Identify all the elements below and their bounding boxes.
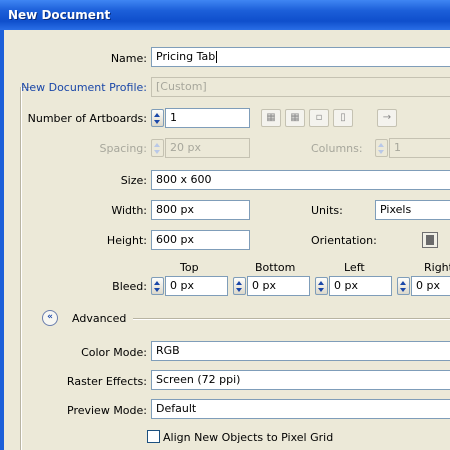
bleed-left-stepper[interactable] — [315, 277, 328, 295]
down-arrow-icon — [318, 288, 324, 292]
spacing-label: Spacing: — [99, 142, 147, 155]
size-value: 800 x 600 — [156, 173, 212, 186]
down-arrow-icon — [378, 150, 384, 154]
color-mode-select[interactable]: RGB — [151, 341, 450, 361]
arrange-by-row-icon[interactable]: ▫ — [309, 109, 329, 127]
window-frame — [0, 30, 4, 450]
bleed-left-input[interactable]: 0 px — [329, 276, 392, 296]
down-arrow-icon — [154, 120, 160, 124]
grid-by-column-icon[interactable]: ▦ — [285, 109, 305, 127]
artboards-stepper[interactable] — [151, 109, 164, 127]
width-label: Width: — [111, 204, 147, 217]
up-arrow-icon — [378, 143, 384, 147]
down-arrow-icon — [236, 288, 242, 292]
height-input[interactable]: 600 px — [151, 230, 250, 250]
bleed-label: Bleed: — [112, 280, 147, 293]
bleed-left-header: Left — [344, 261, 365, 274]
name-label: Name: — [110, 52, 147, 65]
columns-label: Columns: — [311, 142, 363, 155]
title-bar[interactable]: New Document — [0, 0, 450, 30]
preview-mode-label: Preview Mode: — [67, 404, 147, 417]
bleed-right-input[interactable]: 0 px — [411, 276, 450, 296]
spacing-input[interactable]: 20 px — [165, 138, 250, 158]
raster-effects-label: Raster Effects: — [66, 375, 147, 388]
layout-direction-icon[interactable]: → — [377, 109, 397, 127]
bleed-top-header: Top — [180, 261, 199, 274]
portrait-icon[interactable] — [422, 232, 438, 248]
height-value: 600 px — [156, 233, 194, 246]
preview-mode-select[interactable]: Default — [151, 399, 450, 419]
name-input[interactable]: Pricing Tab — [151, 47, 450, 67]
down-arrow-icon — [154, 150, 160, 154]
raster-effects-select[interactable]: Screen (72 ppi) — [151, 370, 450, 390]
text-cursor — [216, 51, 218, 63]
align-pixel-grid-label[interactable]: Align New Objects to Pixel Grid — [163, 431, 333, 444]
units-select[interactable]: Pixels — [375, 200, 450, 220]
columns-value: 1 — [394, 141, 401, 154]
advanced-label: Advanced — [72, 312, 127, 325]
artboards-label: Number of Artboards: — [27, 112, 147, 125]
units-label: Units: — [311, 204, 343, 217]
up-arrow-icon — [154, 281, 160, 285]
profile-label: New Document Profile: — [21, 81, 147, 94]
up-arrow-icon — [318, 281, 324, 285]
down-arrow-icon — [154, 288, 160, 292]
bleed-bottom-header: Bottom — [255, 261, 296, 274]
size-select[interactable]: 800 x 600 — [151, 170, 450, 190]
up-arrow-icon — [154, 113, 160, 117]
bleed-bottom-input[interactable]: 0 px — [247, 276, 310, 296]
advanced-toggle-icon[interactable]: « — [42, 310, 58, 326]
up-arrow-icon — [400, 281, 406, 285]
profile-group-line-vertical — [20, 87, 22, 450]
new-document-dialog: New Document Name: Pricing Tab New Docum… — [0, 0, 450, 450]
color-mode-label: Color Mode: — [81, 346, 147, 359]
width-input[interactable]: 800 px — [151, 200, 250, 220]
bleed-bottom-stepper[interactable] — [233, 277, 246, 295]
name-value: Pricing Tab — [156, 50, 216, 63]
arrange-by-column-icon[interactable]: ▯ — [333, 109, 353, 127]
bleed-top-stepper[interactable] — [151, 277, 164, 295]
grid-by-row-icon[interactable]: ▦ — [261, 109, 281, 127]
orientation-label: Orientation: — [311, 234, 377, 247]
height-label: Height: — [106, 234, 147, 247]
bleed-right-stepper[interactable] — [397, 277, 410, 295]
bleed-top-input[interactable]: 0 px — [165, 276, 228, 296]
align-pixel-grid-checkbox[interactable] — [147, 430, 160, 443]
profile-value: [Custom] — [156, 80, 207, 93]
spacing-stepper[interactable] — [151, 139, 164, 157]
size-label: Size: — [120, 174, 147, 187]
width-value: 800 px — [156, 203, 194, 216]
spacing-value: 20 px — [170, 141, 201, 154]
dialog-title: New Document — [8, 8, 111, 22]
bleed-right-header: Right — [424, 261, 450, 274]
advanced-separator — [133, 318, 450, 320]
artboards-value: 1 — [170, 111, 177, 124]
down-arrow-icon — [400, 288, 406, 292]
artboards-input[interactable]: 1 — [165, 108, 250, 128]
up-arrow-icon — [236, 281, 242, 285]
up-arrow-icon — [154, 143, 160, 147]
columns-input[interactable]: 1 — [389, 138, 450, 158]
columns-stepper[interactable] — [375, 139, 388, 157]
units-value: Pixels — [380, 203, 412, 216]
profile-select[interactable]: [Custom] — [151, 77, 450, 97]
